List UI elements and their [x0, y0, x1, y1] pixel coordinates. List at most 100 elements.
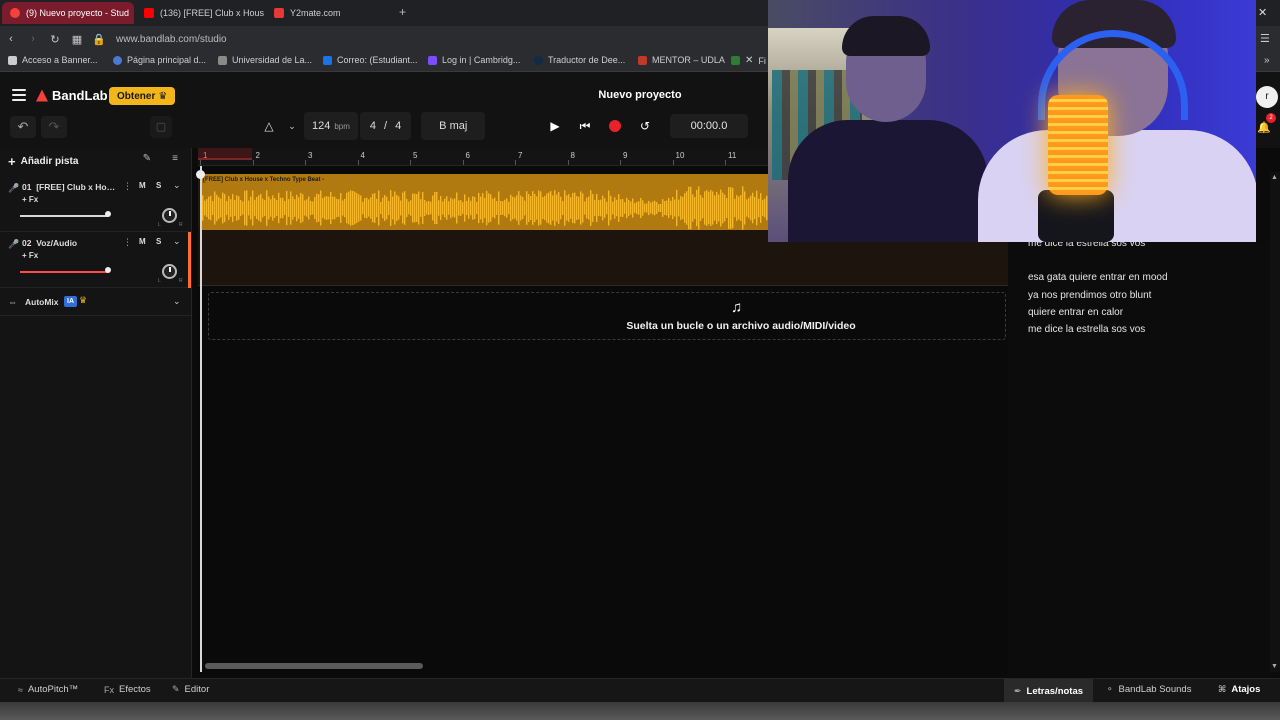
record-button[interactable] — [600, 112, 630, 140]
avatar[interactable]: r — [1256, 86, 1278, 108]
waveform-sample — [360, 195, 362, 221]
volume-slider-handle[interactable] — [105, 211, 111, 217]
rewind-button[interactable]: ⏮ — [570, 112, 600, 140]
chevron-down-icon[interactable]: ⌄ — [173, 180, 181, 191]
ruler-bar-number: 1 — [203, 151, 208, 160]
pan-knob[interactable] — [162, 208, 177, 223]
automix-row[interactable]: ⇔ AutoMix IA ♛ ⌄ — [0, 288, 191, 316]
waveform-sample — [570, 197, 572, 219]
mixer-icon[interactable]: ≡ — [166, 153, 184, 169]
microphone-icon: 🎤 — [8, 183, 20, 193]
volume-slider[interactable] — [20, 271, 108, 273]
metronome-dropdown[interactable]: ⌄ — [284, 112, 300, 140]
drop-zone[interactable]: ♫ Suelta un bucle o un archivo audio/MID… — [208, 292, 1006, 340]
scroll-down-icon[interactable]: ▼ — [1271, 663, 1278, 670]
bookmark-fi[interactable]: ✕ Fi — [731, 55, 766, 66]
horizontal-scrollbar[interactable] — [205, 663, 423, 669]
waveform-sample — [274, 198, 276, 218]
panel-icon: ▢ — [155, 121, 167, 133]
bookmark-traductor[interactable]: Traductor de Dee... — [534, 55, 625, 65]
chevron-down-icon[interactable]: ⌄ — [173, 296, 181, 307]
lyrics-notes-button[interactable]: ✒ Letras/notas — [1004, 679, 1094, 703]
bell-icon[interactable]: 🔔 — [1257, 121, 1271, 134]
bookmark-mentor[interactable]: MENTOR – UDLA — [638, 55, 725, 65]
playhead[interactable] — [200, 166, 202, 672]
redo-button[interactable]: ↷ — [41, 116, 67, 138]
waveform-sample — [680, 196, 682, 220]
bookmark-cambridge[interactable]: Log in | Cambridg... — [428, 55, 520, 65]
waveform-sample — [488, 193, 490, 223]
pan-knob[interactable] — [162, 264, 177, 279]
back-icon[interactable]: ‹ — [0, 33, 22, 45]
volume-slider[interactable] — [20, 215, 108, 217]
add-fx-button[interactable]: + Fx — [22, 251, 38, 260]
project-title[interactable]: Nuevo proyecto — [560, 89, 720, 101]
audio-clip[interactable]: [FREE] Club x House x Techno Type Beat - — [200, 174, 768, 230]
waveform-sample — [540, 191, 542, 225]
fx-icon: Fx — [104, 684, 114, 695]
bandlab-logo[interactable]: BandLab — [36, 88, 108, 103]
track-name[interactable]: 02 Voz/Audio — [22, 238, 117, 248]
forward-icon[interactable]: › — [22, 33, 44, 45]
lyrics-panel[interactable]: me dice la estrella sos vos esa gata qui… — [1008, 238, 1272, 678]
bookmark-universidad[interactable]: Universidad de La... — [218, 55, 312, 65]
bookmarks-overflow-icon[interactable]: » — [1264, 55, 1270, 66]
add-fx-button[interactable]: + Fx — [22, 195, 38, 204]
playhead-handle[interactable] — [196, 170, 205, 179]
waveform-sample — [620, 199, 622, 217]
waveform-sample — [486, 190, 488, 226]
bookmark-pagina-principal[interactable]: Página principal d... — [113, 55, 206, 65]
loop-button[interactable]: ↺ — [630, 112, 660, 140]
waveform-sample — [236, 195, 238, 221]
bookmark-banner[interactable]: Acceso a Banner... — [8, 55, 98, 65]
play-button[interactable]: ▶ — [540, 112, 570, 140]
ruler-bar-number: 4 — [360, 151, 365, 160]
waveform-sample — [204, 200, 206, 216]
waveform-sample — [288, 199, 290, 217]
waveform-sample — [662, 199, 664, 217]
editor-button[interactable]: ✎ Editor — [172, 684, 209, 695]
tab-youtube-club-house[interactable]: (136) [FREE] Club x House — [136, 2, 264, 24]
shortcuts-button[interactable]: ⌘ Atajos — [1218, 684, 1260, 695]
lock-icon[interactable]: 🔒 — [88, 33, 110, 46]
solo-button[interactable]: S — [156, 181, 161, 190]
undo-button[interactable]: ↶ — [10, 116, 36, 138]
more-options-icon[interactable]: ⋮ — [123, 237, 132, 248]
track-header-01[interactable]: 🎤 01 [FREE] Club x Hous... ⋮ M S ⌄ + Fx … — [0, 176, 191, 232]
solo-button[interactable]: S — [156, 237, 161, 246]
metronome-button[interactable]: △ — [254, 112, 284, 140]
window-close-icon[interactable]: ✕ — [1258, 6, 1267, 19]
hamburger-menu-icon[interactable] — [12, 89, 26, 101]
waveform-sample — [304, 200, 306, 216]
tab-nuevo-proyecto[interactable]: (9) Nuevo proyecto - Stud — [2, 2, 134, 24]
reload-icon[interactable]: ↻ — [44, 33, 66, 46]
vertical-scrollbar[interactable]: ▲ ▼ — [1270, 172, 1280, 672]
chevron-down-icon[interactable]: ⌄ — [173, 236, 181, 247]
panel-toggle-button[interactable]: ▢ — [150, 116, 172, 138]
volume-slider-handle[interactable] — [105, 267, 111, 273]
key-field[interactable]: B maj — [421, 112, 486, 140]
effects-button[interactable]: Fx Efectos — [104, 684, 151, 695]
url-field[interactable]: www.bandlab.com/studio — [116, 34, 227, 45]
add-track-button[interactable]: + Añadir pista — [8, 153, 78, 169]
tempo-field[interactable]: 124 bpm — [304, 112, 358, 140]
tab-y2mate[interactable]: Y2mate.com — [266, 2, 394, 24]
new-tab-button[interactable]: + — [399, 5, 406, 19]
track-lanes[interactable]: [FREE] Club x House x Techno Type Beat -… — [198, 166, 1008, 674]
waveform-sample — [660, 203, 662, 213]
browser-menu-icon[interactable]: ☰ — [1260, 32, 1270, 45]
more-options-icon[interactable]: ⋮ — [123, 181, 132, 192]
bandlab-sounds-button[interactable]: ⚬ BandLab Sounds — [1106, 684, 1191, 695]
tuning-fork-icon[interactable]: ✎ — [138, 153, 156, 169]
time-signature-field[interactable]: 4 / 4 — [359, 112, 412, 140]
track-header-02[interactable]: 🎤 02 Voz/Audio ⋮ M S ⌄ + Fx L R — [0, 232, 191, 288]
scroll-up-icon[interactable]: ▲ — [1271, 174, 1278, 181]
mute-button[interactable]: M — [139, 181, 146, 190]
track-name[interactable]: 01 [FREE] Club x Hous... — [22, 182, 117, 192]
mute-button[interactable]: M — [139, 237, 146, 246]
autopitch-button[interactable]: ≈ AutoPitch™ — [18, 684, 78, 695]
grid-icon[interactable]: ▦ — [66, 33, 88, 46]
waveform-sample — [492, 198, 494, 218]
bookmark-correo[interactable]: Correo: (Estudiant... — [323, 55, 418, 65]
get-button[interactable]: Obtener ♛ — [109, 87, 176, 105]
